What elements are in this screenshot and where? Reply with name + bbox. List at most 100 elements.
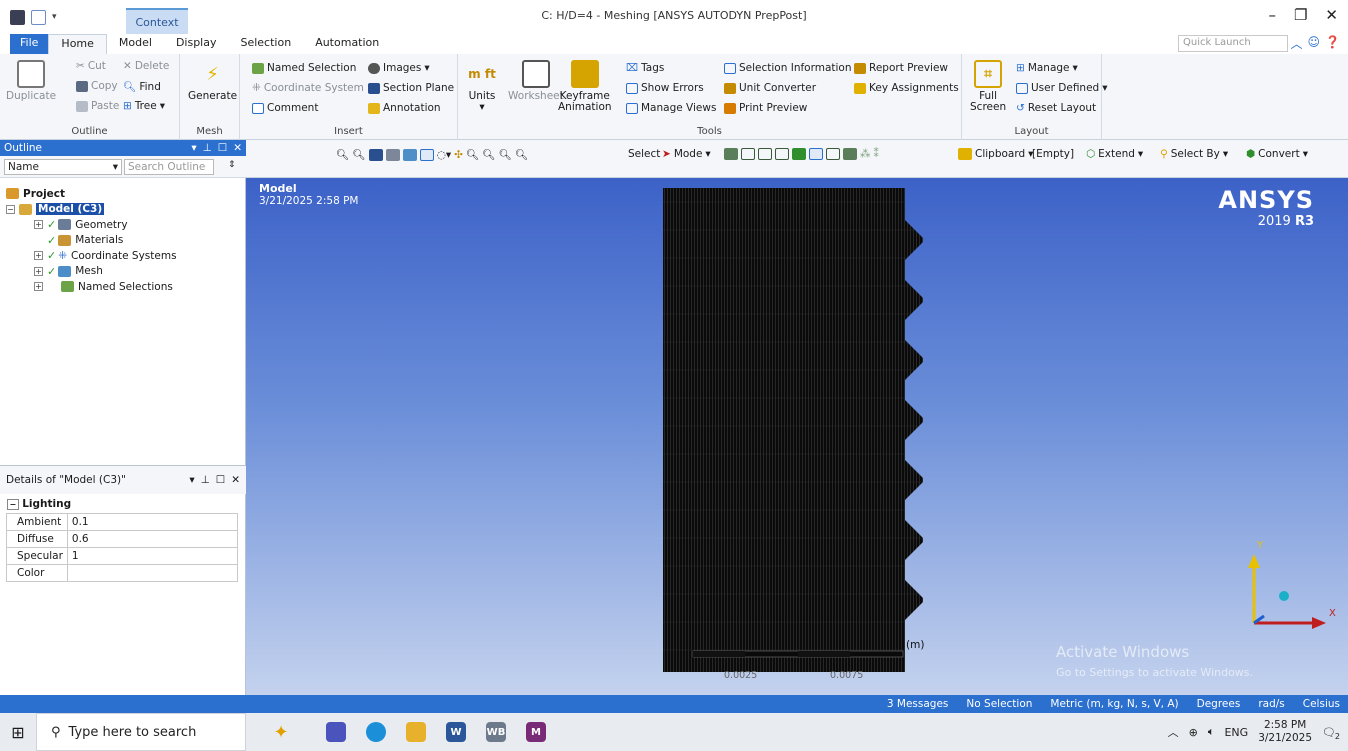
element-face-filter-icon[interactable] <box>809 148 823 160</box>
details-row[interactable]: Color <box>6 563 238 582</box>
details-value[interactable]: 0.6 <box>66 529 238 548</box>
quick-launch-input[interactable]: Quick Launch <box>1178 35 1288 52</box>
worksheet-button[interactable]: Worksheet <box>508 60 564 102</box>
cut-button[interactable]: ✂ Cut <box>76 60 106 72</box>
face-filter-icon[interactable] <box>758 148 772 160</box>
pan-icon[interactable] <box>385 148 400 161</box>
graphics-viewport[interactable]: Model 3/21/2025 2:58 PM ANSYS 2019 R3 (m… <box>246 178 1348 695</box>
look-at-icon[interactable] <box>368 148 383 161</box>
tree-button[interactable]: ⊞ Tree ▾ <box>123 100 165 112</box>
images-button[interactable]: Images ▾ <box>368 62 430 74</box>
mechanical-app-icon[interactable]: M <box>516 713 556 751</box>
details-row[interactable]: Diffuse 0.6 <box>6 529 238 548</box>
angle-unit-status[interactable]: Degrees <box>1197 698 1241 710</box>
zoom-prev-icon[interactable]: 🔍︎ <box>499 148 512 161</box>
delete-button[interactable]: ✕ Delete <box>123 60 169 72</box>
maximize-icon[interactable]: ☐ <box>216 474 225 486</box>
taskbar-search[interactable]: ⚲ Type here to search <box>36 713 246 751</box>
zoom-box-icon[interactable]: 🔍︎ <box>482 148 495 161</box>
windows-start-icon[interactable]: ⊞ <box>0 723 36 742</box>
mesh-select-icon[interactable] <box>843 148 857 160</box>
expand-icon[interactable]: + <box>34 282 43 292</box>
manage-button[interactable]: ⊞ Manage ▾ <box>1016 62 1078 74</box>
expand-icon[interactable]: + <box>34 220 43 230</box>
keyframe-animation-button[interactable]: Keyframe Animation <box>558 60 612 113</box>
mode-button[interactable]: ➤ Mode ▾ <box>662 148 711 160</box>
convert-button[interactable]: ⬢ Convert ▾ <box>1246 148 1308 160</box>
section-plane-button[interactable]: Section Plane <box>368 82 454 94</box>
move-icon[interactable]: ✣ <box>454 149 463 161</box>
collapse-ribbon-icon[interactable]: ︿ <box>1291 35 1303 52</box>
unit-system-status[interactable]: Metric (m, kg, N, s, V, A) <box>1050 698 1178 710</box>
extend-button[interactable]: ⬡ Extend ▾ <box>1086 148 1143 160</box>
key-assignments-button[interactable]: Key Assignments <box>854 82 959 94</box>
tree-node-project[interactable]: Project <box>6 186 177 202</box>
details-row[interactable]: Specular 1 <box>6 546 238 565</box>
tree-node-model[interactable]: − Model (C3) <box>6 202 177 218</box>
tab-home[interactable]: Home <box>48 34 107 54</box>
select-mesh-icon[interactable]: ⁂ <box>860 148 871 160</box>
select-mesh-by-id-icon[interactable]: ⁑ <box>874 148 879 160</box>
coordinate-system-button[interactable]: ⁜ Coordinate System <box>252 82 364 94</box>
clock[interactable]: 2:58 PM 3/21/2025 <box>1258 719 1312 745</box>
maximize-icon[interactable]: ☐ <box>218 142 227 154</box>
pin-icon[interactable]: ⊥ <box>201 474 210 486</box>
expand-collapse-icon[interactable]: ⇕ <box>228 160 236 170</box>
expand-icon[interactable]: + <box>34 251 43 261</box>
clipboard-button[interactable]: Clipboard ▾ <box>958 148 1033 160</box>
reset-layout-button[interactable]: ↺ Reset Layout <box>1016 102 1096 114</box>
body-filter-icon[interactable] <box>775 148 789 160</box>
copilot-icon[interactable]: ✦ <box>246 713 316 751</box>
messages-status[interactable]: 3 Messages <box>887 698 949 710</box>
unit-converter-button[interactable]: Unit Converter <box>724 82 816 94</box>
tree-node-materials[interactable]: ✓ Materials <box>6 233 177 249</box>
notification-icon[interactable]: 🗨︎ 2 <box>1322 726 1340 741</box>
tree-node-mesh[interactable]: + ✓ Mesh <box>6 264 177 280</box>
details-value[interactable]: 1 <box>66 546 238 565</box>
zoom-next-icon[interactable]: 🔍︎ <box>515 148 528 161</box>
rate-unit-status[interactable]: rad/s <box>1258 698 1284 710</box>
zoom-in-icon[interactable]: 🔍︎ <box>336 148 349 161</box>
edge-filter-icon[interactable] <box>741 148 755 160</box>
feedback-icon[interactable]: ☺ <box>1308 35 1321 52</box>
full-screen-button[interactable]: ⌗ Full Screen <box>970 60 1006 113</box>
paste-button[interactable]: Paste <box>76 100 119 112</box>
expand-icon[interactable]: + <box>34 266 43 276</box>
show-errors-button[interactable]: Show Errors <box>626 82 704 94</box>
node-filter-icon[interactable] <box>792 148 806 160</box>
comment-button[interactable]: Comment <box>252 102 318 114</box>
details-value[interactable]: 0.1 <box>66 512 238 531</box>
close-icon[interactable]: ✕ <box>1325 6 1338 24</box>
tab-selection[interactable]: Selection <box>228 34 303 54</box>
tree-node-coordinate-systems[interactable]: + ✓ ⁜ Coordinate Systems <box>6 248 177 264</box>
close-icon[interactable]: ✕ <box>233 142 242 154</box>
details-value[interactable] <box>66 563 238 582</box>
copy-button[interactable]: Copy <box>76 80 118 92</box>
tab-automation[interactable]: Automation <box>303 34 391 54</box>
teams-app-icon[interactable] <box>316 713 356 751</box>
pane-menu-icon[interactable]: ▾ <box>191 142 196 154</box>
orbit-icon[interactable]: ◌▾ <box>437 149 451 161</box>
manage-views-button[interactable]: Manage Views <box>626 102 716 114</box>
tree-node-named-selections[interactable]: + Named Selections <box>6 279 177 295</box>
vertex-filter-icon[interactable] <box>724 148 738 160</box>
pin-icon[interactable]: ⊥ <box>203 142 212 154</box>
units-button[interactable]: m ft Units ▾ <box>468 60 496 113</box>
duplicate-button[interactable]: Duplicate <box>6 60 56 102</box>
network-icon[interactable]: ⊕ <box>1189 726 1198 739</box>
tags-button[interactable]: ⌧ Tags <box>626 62 664 74</box>
close-icon[interactable]: ✕ <box>231 474 240 486</box>
restore-icon[interactable]: ❐ <box>1294 6 1307 24</box>
outline-search-input[interactable]: Search Outline <box>124 159 214 175</box>
temperature-unit-status[interactable]: Celsius <box>1303 698 1340 710</box>
tab-file[interactable]: File <box>10 34 49 54</box>
zoom-out-icon[interactable]: 🔍︎ <box>352 148 365 161</box>
annotation-button[interactable]: Annotation <box>368 102 441 114</box>
volume-icon[interactable]: 🔈︎ <box>1208 725 1215 739</box>
tab-model[interactable]: Model <box>107 34 164 54</box>
named-selection-button[interactable]: Named Selection <box>252 62 356 74</box>
tree-node-geometry[interactable]: + ✓ Geometry <box>6 217 177 233</box>
print-preview-button[interactable]: Print Preview <box>724 102 807 114</box>
language-indicator[interactable]: ENG <box>1224 726 1248 739</box>
word-app-icon[interactable]: W <box>436 713 476 751</box>
